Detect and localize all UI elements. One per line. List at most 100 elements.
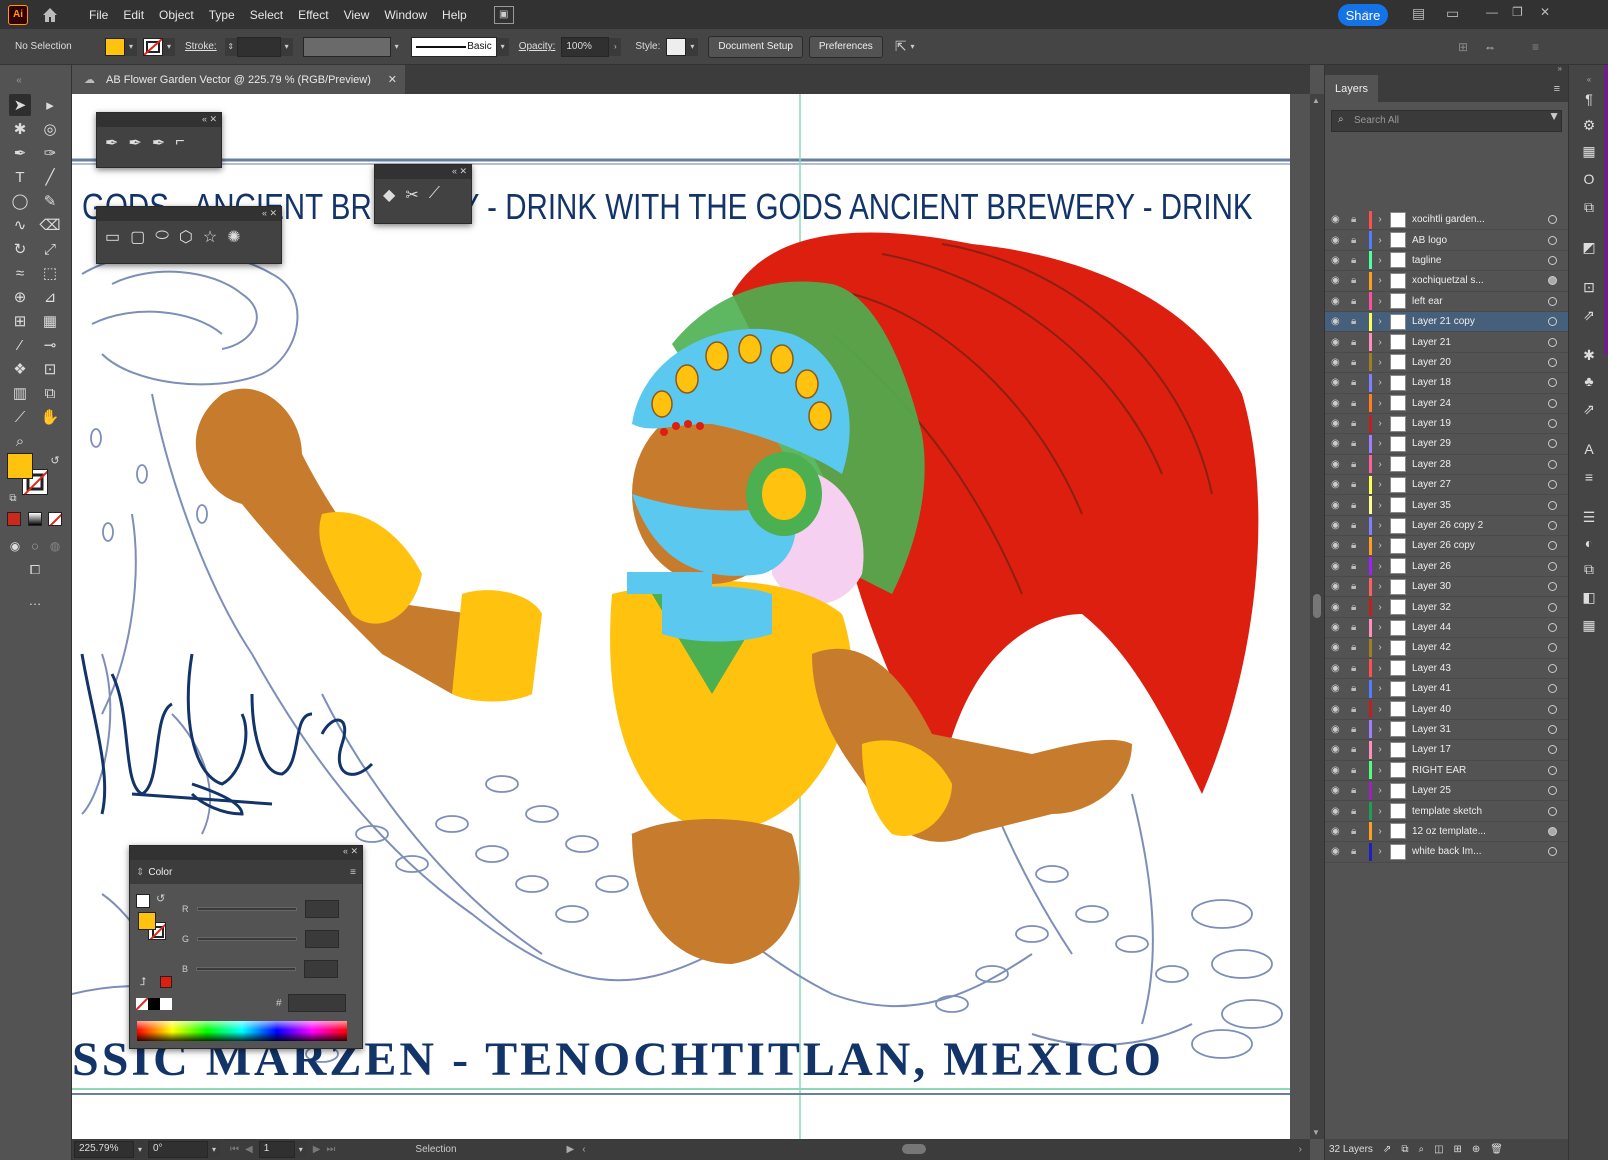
target-circle-icon[interactable] — [1548, 378, 1557, 388]
layer-name[interactable]: Layer 42 — [1412, 642, 1522, 653]
gradient-panel-icon[interactable]: ◩ — [1579, 237, 1599, 257]
menu-effect[interactable]: Effect — [291, 5, 335, 25]
collect-for-export-icon[interactable]: ⧉ — [1401, 1144, 1408, 1155]
delete-layer-icon[interactable]: 🗑 — [1490, 1144, 1503, 1155]
layer-name[interactable]: Layer 29 — [1412, 438, 1522, 449]
selection-tool-icon[interactable]: ➤ — [9, 94, 31, 116]
lock-icon[interactable]: 🔒︎ — [1351, 765, 1365, 776]
layer-name[interactable]: Layer 21 — [1412, 337, 1522, 348]
collapse-dock-icon[interactable]: « — [1579, 69, 1599, 89]
expand-chevron-icon[interactable]: › — [1372, 683, 1388, 694]
layer-name[interactable]: Layer 18 — [1412, 377, 1522, 388]
opacity-arrow-icon[interactable]: › — [609, 37, 622, 56]
ellipse-tool-icon[interactable]: ⬭ — [155, 227, 169, 247]
change-screen-mode-icon[interactable]: ⧠ — [24, 559, 46, 581]
expand-chevron-icon[interactable]: › — [1372, 296, 1388, 307]
target-circle-icon[interactable] — [1548, 255, 1557, 265]
layer-name[interactable]: Layer 17 — [1412, 744, 1522, 755]
expand-chevron-icon[interactable]: › — [1372, 744, 1388, 755]
collapse-panel-icon[interactable]: » — [1558, 64, 1562, 73]
layer-row[interactable]: ◉ 🔒︎ › Layer 17 — [1325, 740, 1569, 761]
gradient-tool-icon[interactable]: ▦ — [39, 310, 61, 332]
layer-row[interactable]: ◉ 🔒︎ › Layer 32 — [1325, 597, 1569, 618]
close-panel-icon[interactable]: « ✕ — [343, 846, 358, 857]
stroke-weight-field[interactable] — [236, 36, 281, 57]
layer-row[interactable]: ◉ 🔒︎ › xocihtli garden... — [1325, 210, 1569, 231]
draw-inside-icon[interactable]: ◍ — [44, 535, 66, 557]
target-circle-icon[interactable] — [1548, 317, 1557, 327]
green-slider[interactable] — [197, 937, 298, 941]
visibility-eye-icon[interactable]: ◉ — [1331, 642, 1349, 653]
gradient-mode-icon[interactable] — [28, 512, 42, 526]
target-circle-icon[interactable] — [1548, 276, 1557, 286]
layer-row[interactable]: ◉ 🔒︎ › tagline — [1325, 251, 1569, 272]
lock-icon[interactable]: 🔒︎ — [1351, 316, 1365, 327]
panel-menu-icon[interactable]: ≡ — [350, 867, 356, 878]
expand-chevron-icon[interactable]: › — [1372, 418, 1388, 429]
none-mode-icon[interactable] — [48, 512, 62, 526]
visibility-eye-icon[interactable]: ◉ — [1331, 214, 1349, 225]
target-circle-icon[interactable] — [1548, 684, 1557, 694]
variable-width-field[interactable] — [302, 36, 391, 57]
rotation-field[interactable]: 0° — [148, 1141, 208, 1158]
layer-row[interactable]: ◉ 🔒︎ › Layer 21 copy — [1325, 311, 1569, 333]
column-graph-tool-icon[interactable]: ▥ — [9, 382, 31, 404]
panel-menu-icon[interactable]: ≡ — [1554, 83, 1560, 95]
default-fill-stroke-icon[interactable]: ⧉ — [2, 487, 24, 509]
workspace-switch-icon[interactable]: ▣ — [493, 5, 514, 24]
brush-dropdown-icon[interactable]: ▾ — [496, 37, 509, 56]
target-circle-icon[interactable] — [1548, 541, 1557, 551]
layer-row[interactable]: ◉ 🔒︎ › Layer 41 — [1325, 679, 1569, 700]
magic-wand-tool-icon[interactable]: ✱ — [9, 118, 31, 140]
layer-name[interactable]: Layer 19 — [1412, 418, 1522, 429]
free-transform-tool-icon[interactable]: ⬚ — [39, 262, 61, 284]
rotation-dropdown-icon[interactable]: ▾ — [208, 1141, 220, 1158]
lock-icon[interactable]: 🔒︎ — [1351, 826, 1365, 837]
lock-icon[interactable]: 🔒︎ — [1351, 602, 1365, 613]
expand-chevron-icon[interactable]: › — [1372, 663, 1388, 674]
layer-row[interactable]: ◉ 🔒︎ › Layer 43 — [1325, 659, 1569, 679]
restore-icon[interactable]: ❐ — [1512, 5, 1523, 19]
visibility-eye-icon[interactable]: ◉ — [1331, 846, 1349, 857]
layer-name[interactable]: Layer 44 — [1412, 622, 1522, 633]
layers-search-input[interactable]: ⌕ Search All — [1331, 110, 1562, 132]
pathfinder-panel-icon[interactable]: ⧉ — [1579, 559, 1599, 579]
anchor-point-tool-icon[interactable]: ⌐ — [175, 133, 184, 153]
layer-row[interactable]: ◉ 🔒︎ › Layer 26 copy — [1325, 536, 1569, 557]
target-circle-icon[interactable] — [1548, 235, 1557, 245]
layer-name[interactable]: Layer 31 — [1412, 724, 1522, 735]
lock-icon[interactable]: 🔒︎ — [1351, 744, 1365, 755]
previous-artboard-icon[interactable]: ◀ — [245, 1144, 253, 1155]
target-circle-icon[interactable] — [1548, 847, 1557, 857]
eraser-tool-icon[interactable]: ◆ — [383, 185, 395, 205]
lock-icon[interactable]: 🔒︎ — [1351, 500, 1365, 511]
close-panel-icon[interactable]: « ✕ — [452, 166, 467, 177]
add-anchor-tool-icon[interactable]: ✒ — [128, 133, 141, 153]
layer-name[interactable]: Layer 43 — [1412, 663, 1522, 674]
target-circle-icon[interactable] — [1548, 745, 1557, 755]
transform-icon[interactable]: ⊞ — [1458, 40, 1468, 54]
layer-name[interactable]: xocihtli garden... — [1412, 214, 1522, 225]
libraries-panel-icon[interactable]: ▦ — [1579, 141, 1599, 161]
panel-menu-icon[interactable]: ≡ — [1532, 40, 1539, 54]
lock-icon[interactable]: 🔒︎ — [1351, 663, 1365, 674]
expand-chevron-icon[interactable]: › — [1372, 765, 1388, 776]
layer-row[interactable]: ◉ 🔒︎ › Layer 30 — [1325, 577, 1569, 598]
target-circle-icon[interactable] — [1548, 398, 1557, 408]
layer-row[interactable]: ◉ 🔒︎ › Layer 44 — [1325, 618, 1569, 639]
menu-edit[interactable]: Edit — [116, 5, 151, 25]
new-layer-icon[interactable]: ⊕ — [1472, 1144, 1480, 1155]
expand-chevron-icon[interactable]: › — [1372, 235, 1388, 246]
home-icon[interactable] — [40, 5, 60, 25]
white-swatch[interactable] — [160, 998, 172, 1010]
swap-colors-icon[interactable]: ↺ — [156, 892, 165, 905]
type-tool-icon[interactable]: T — [9, 166, 31, 188]
eraser-tool-icon[interactable]: ⌫ — [39, 214, 61, 236]
rounded-rectangle-tool-icon[interactable]: ▢ — [130, 227, 145, 247]
export-icon[interactable]: ⇗ — [1383, 1144, 1391, 1155]
menu-window[interactable]: Window — [377, 5, 434, 25]
blue-value-field[interactable] — [304, 960, 339, 978]
properties-panel-icon[interactable]: ⚙ — [1579, 115, 1599, 135]
layer-name[interactable]: Layer 25 — [1412, 785, 1522, 796]
layer-row[interactable]: ◉ 🔒︎ › Layer 27 — [1325, 475, 1569, 496]
